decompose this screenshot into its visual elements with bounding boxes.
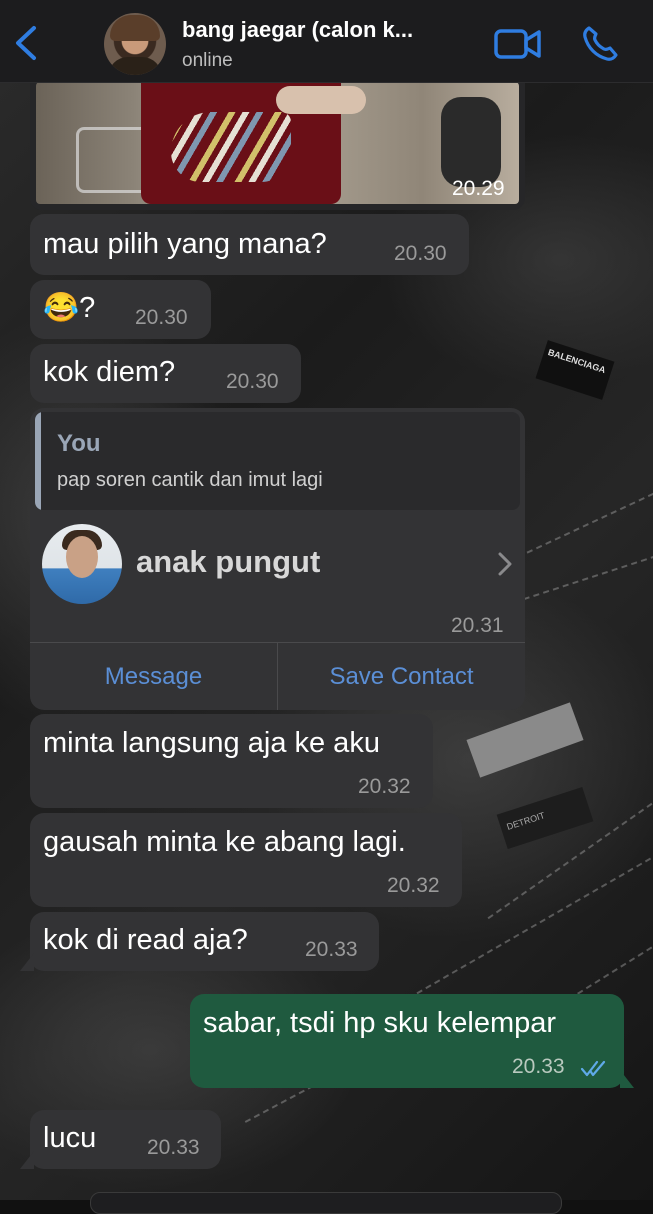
message-time: 20.33 bbox=[512, 1055, 565, 1078]
message-text: lucu bbox=[43, 1122, 97, 1154]
message-text: minta langsung aja ke aku bbox=[43, 727, 380, 759]
quote-text: pap soren cantik dan imut lagi bbox=[57, 469, 323, 491]
message-bubble-incoming[interactable]: lucu 20.33 bbox=[20, 1110, 221, 1169]
contact-status: online bbox=[182, 50, 233, 71]
message-time: 20.32 bbox=[387, 874, 440, 897]
double-check-icon bbox=[580, 1060, 606, 1077]
message-bubble-incoming[interactable]: minta langsung aja ke aku 20.32 bbox=[30, 714, 433, 808]
wallpaper-brand-label: BALENCIAGA bbox=[535, 340, 615, 400]
quoted-reply[interactable]: You pap soren cantik dan imut lagi bbox=[35, 412, 520, 510]
message-text: gausah minta ke abang lagi. bbox=[43, 826, 406, 858]
message-text: 😂? bbox=[43, 292, 96, 324]
message-bubble-incoming[interactable]: kok diem? 20.30 bbox=[30, 344, 301, 403]
video-camera-icon[interactable] bbox=[494, 27, 542, 61]
photo-image[interactable] bbox=[36, 82, 519, 204]
message-time: 20.33 bbox=[147, 1136, 200, 1159]
bubble-tail bbox=[20, 953, 34, 971]
message-time: 20.30 bbox=[394, 242, 447, 265]
message-time: 20.33 bbox=[305, 938, 358, 961]
message-contact-button[interactable]: Message bbox=[30, 643, 277, 710]
photo-message[interactable]: 20.29 bbox=[30, 72, 525, 210]
shared-contact-avatar[interactable] bbox=[42, 524, 122, 604]
message-time: 20.30 bbox=[226, 370, 279, 393]
message-bubble-incoming[interactable]: 😂? 20.30 bbox=[30, 280, 211, 339]
shared-contact-name[interactable]: anak pungut bbox=[136, 544, 320, 580]
message-bubble-incoming[interactable]: gausah minta ke abang lagi. 20.32 bbox=[30, 813, 462, 907]
photo-message-time: 20.29 bbox=[452, 177, 505, 200]
save-contact-button[interactable]: Save Contact bbox=[278, 643, 525, 710]
contact-name[interactable]: bang jaegar (calon k... bbox=[182, 17, 482, 43]
message-text: mau pilih yang mana? bbox=[43, 228, 327, 260]
bubble-tail bbox=[20, 1151, 34, 1169]
contact-avatar[interactable] bbox=[104, 13, 166, 75]
message-bubble-incoming[interactable]: kok di read aja? 20.33 bbox=[20, 912, 379, 971]
message-text: kok di read aja? bbox=[43, 924, 248, 956]
message-text: sabar, tsdi hp sku kelempar bbox=[203, 1007, 557, 1039]
message-time: 20.31 bbox=[451, 614, 504, 637]
phone-icon[interactable] bbox=[580, 24, 620, 64]
message-bubble-outgoing[interactable]: sabar, tsdi hp sku kelempar 20.33 bbox=[190, 994, 634, 1088]
input-bar-edge[interactable] bbox=[90, 1192, 562, 1214]
bubble-tail bbox=[620, 1070, 634, 1088]
chevron-right-icon[interactable] bbox=[496, 550, 514, 578]
chevron-left-icon[interactable] bbox=[12, 25, 42, 61]
quote-author: You bbox=[57, 430, 101, 457]
contact-card-message[interactable]: You pap soren cantik dan imut lagi anak … bbox=[30, 408, 525, 710]
message-time: 20.32 bbox=[358, 775, 411, 798]
message-bubble-incoming[interactable]: mau pilih yang mana? 20.30 bbox=[30, 214, 469, 275]
message-time: 20.30 bbox=[135, 306, 188, 329]
wallpaper-tag: DETROIT bbox=[496, 786, 594, 850]
quote-accent-bar bbox=[35, 412, 41, 510]
chat-header: bang jaegar (calon k... online bbox=[0, 0, 653, 83]
message-text: kok diem? bbox=[43, 356, 176, 388]
